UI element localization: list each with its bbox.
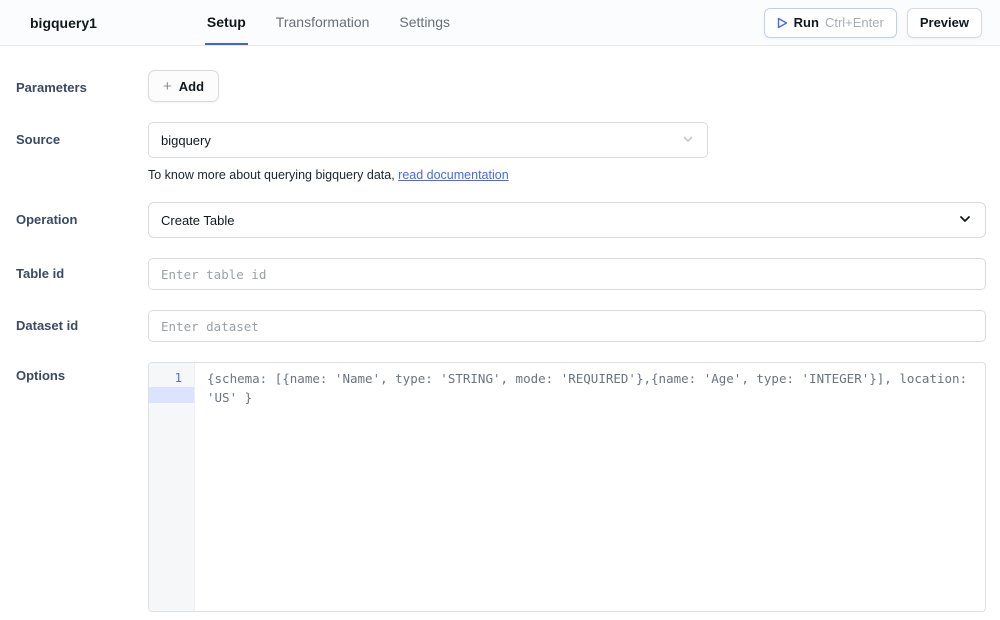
run-button[interactable]: Run Ctrl+Enter [764,8,897,38]
dataset-id-row: Dataset id [0,310,986,342]
run-shortcut: Ctrl+Enter [825,15,884,30]
source-label: Source [0,122,148,147]
play-icon [777,17,788,29]
parameters-row: Parameters + Add [0,70,986,102]
query-name[interactable]: bigquery1 [30,15,97,31]
run-label: Run [794,15,819,30]
parameters-label: Parameters [0,70,148,95]
source-select[interactable]: bigquery [148,122,708,158]
table-id-input[interactable] [148,258,986,290]
read-documentation-link[interactable]: read documentation [398,168,509,182]
table-id-label: Table id [0,258,148,281]
dataset-id-input[interactable] [148,310,986,342]
source-select-value: bigquery [161,133,211,148]
operation-select[interactable]: Create Table [148,202,986,238]
operation-row: Operation Create Table [0,202,986,238]
table-id-row: Table id [0,258,986,290]
tab-settings[interactable]: Settings [397,0,452,45]
helper-prefix: To know more about querying bigquery dat… [148,168,398,182]
chevron-down-icon [957,211,973,230]
chevron-down-icon [681,132,695,149]
options-label: Options [0,362,148,383]
add-parameter-button[interactable]: + Add [148,70,219,102]
editor-tabs: Setup Transformation Settings [205,0,452,45]
tab-setup[interactable]: Setup [205,0,248,45]
code-editor-content[interactable]: {schema: [{name: 'Name', type: 'STRING',… [195,363,985,611]
operation-select-value: Create Table [161,213,234,228]
operation-label: Operation [0,202,148,227]
plus-icon: + [163,79,172,94]
options-row: Options 1 {schema: [{name: 'Name', type:… [0,362,986,612]
dataset-id-label: Dataset id [0,310,148,333]
line-number: 1 [149,370,194,385]
options-code-editor[interactable]: 1 {schema: [{name: 'Name', type: 'STRING… [148,362,986,612]
preview-button[interactable]: Preview [907,8,982,38]
code-editor-gutter: 1 [149,363,195,611]
tab-transformation[interactable]: Transformation [274,0,372,45]
topbar-actions: Run Ctrl+Enter Preview [764,0,982,45]
source-row: Source bigquery To know more about query… [0,122,986,182]
query-editor-topbar: bigquery1 Setup Transformation Settings … [0,0,1000,46]
source-helper-text: To know more about querying bigquery dat… [148,168,986,182]
preview-label: Preview [920,15,969,30]
active-line-marker [149,387,194,403]
add-parameter-label: Add [179,79,204,94]
query-setup-form: Parameters + Add Source bigquery To know… [0,46,1000,612]
